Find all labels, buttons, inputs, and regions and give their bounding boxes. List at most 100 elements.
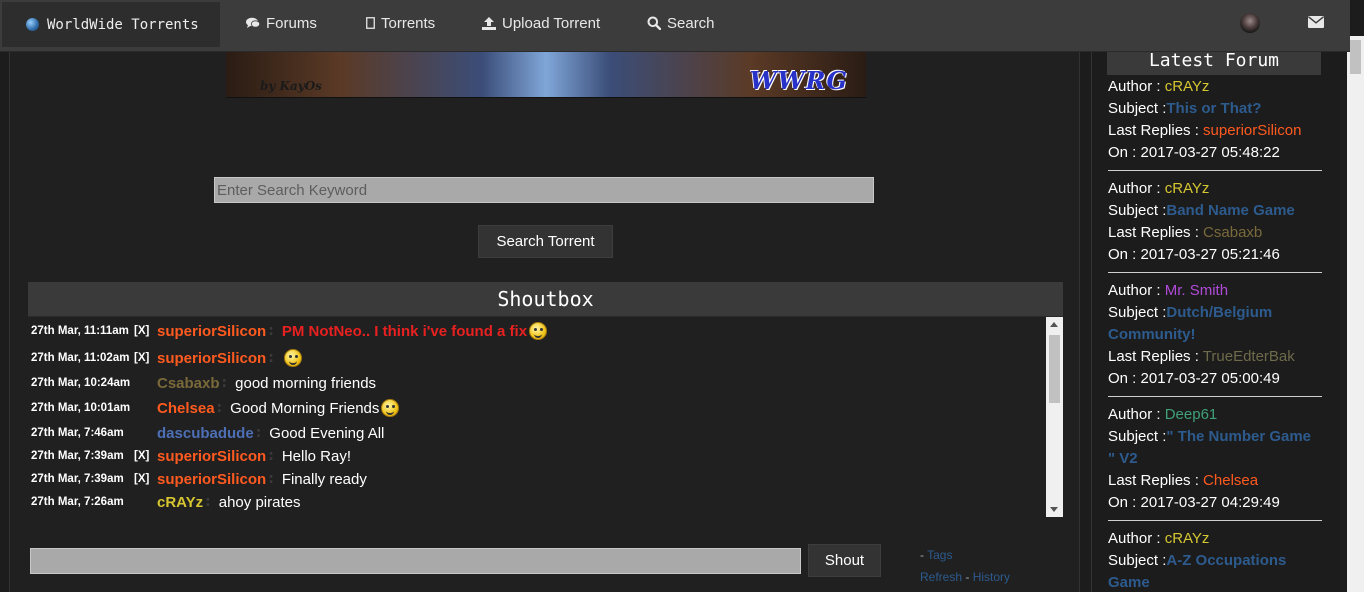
search-keyword-input[interactable] — [214, 177, 874, 203]
shout-username[interactable]: Chelsea — [157, 400, 215, 417]
shout-text: PM NotNeo.. I think i've found a fix — [281, 322, 528, 340]
forum-last-reply-user[interactable]: Csabaxb — [1203, 224, 1262, 241]
forum-divider — [1108, 396, 1322, 397]
shoutbox-links-row-1: - Tags — [920, 548, 953, 562]
shout-username[interactable]: superiorSilicon — [157, 471, 266, 488]
shout-message: 27th Mar, 7:39am [X] superiorSilicon : F… — [31, 468, 367, 490]
forum-entry: Author : cRAYz Subject :Band Name Game L… — [1108, 178, 1322, 266]
subject-label: Subject : — [1108, 428, 1167, 445]
file-icon — [366, 17, 375, 29]
shoutbox-scrollbar[interactable] — [1046, 317, 1063, 517]
shout-time: 27th Mar, 7:39am — [31, 473, 124, 485]
forum-entry: Author : cRAYz Subject :This or That? La… — [1108, 76, 1322, 164]
subject-label: Subject : — [1108, 202, 1167, 219]
forum-author[interactable]: Mr. Smith — [1165, 282, 1228, 299]
shout-username[interactable]: cRAYz — [157, 494, 203, 511]
subject-label: Subject : — [1108, 100, 1167, 117]
forum-entry: Author : Deep61 Subject :" The Number Ga… — [1108, 404, 1322, 514]
comments-icon — [246, 17, 260, 28]
forum-post-date: 2017-03-27 04:29:49 — [1140, 494, 1280, 511]
shout-text: Finally ready — [281, 470, 367, 488]
forum-post-date: 2017-03-27 05:21:46 — [1140, 246, 1280, 263]
shout-message: 27th Mar, 10:01am Chelsea : Good Morning… — [31, 397, 400, 419]
smiley-icon — [283, 349, 302, 367]
shoutbox-links: - Tags Refresh - History — [920, 544, 1040, 588]
shoutbox-links-row-2: Refresh - History — [920, 570, 1011, 584]
author-label: Author : — [1108, 78, 1165, 95]
nav-upload-label: Upload Torrent — [502, 14, 601, 32]
shout-separator: : — [268, 471, 274, 487]
forum-divider — [1108, 520, 1322, 521]
shout-username[interactable]: dascubadude — [157, 425, 254, 442]
last-replies-label: Last Replies : — [1108, 472, 1204, 489]
forum-author[interactable]: Deep61 — [1165, 406, 1218, 423]
shout-username[interactable]: superiorSilicon — [157, 448, 266, 465]
latest-forum-sidebar: Latest Forum Author : cRAYz Subject :Thi… — [1091, 36, 1347, 592]
shout-button[interactable]: Shout — [808, 544, 881, 577]
shout-time: 27th Mar, 7:26am — [31, 496, 124, 508]
user-avatar[interactable] — [1240, 13, 1260, 33]
envelope-icon[interactable] — [1308, 16, 1324, 28]
site-banner-image: by KayOs WWRG — [226, 52, 866, 98]
nav-torrents[interactable]: Torrents — [366, 0, 435, 46]
shout-time: 27th Mar, 7:46am — [31, 427, 124, 439]
shoutbox-messages: 27th Mar, 11:11am [X] superiorSilicon : … — [28, 317, 1046, 517]
shout-text: good morning friends — [235, 374, 377, 392]
page-scrollbar-thumb[interactable] — [1350, 40, 1361, 74]
page-scrollbar[interactable] — [1347, 36, 1364, 592]
shout-text: Good Evening All — [269, 424, 385, 442]
last-replies-label: Last Replies : — [1108, 122, 1204, 139]
shout-delete-button[interactable]: [X] — [134, 450, 157, 462]
smiley-icon — [529, 322, 548, 340]
forum-author[interactable]: cRAYz — [1165, 78, 1210, 95]
shout-message: 27th Mar, 10:24am Csabaxb : good morning… — [31, 372, 376, 394]
shout-text: Good Morning Friends — [230, 399, 380, 417]
forum-author[interactable]: cRAYz — [1165, 180, 1210, 197]
history-link[interactable]: History — [973, 570, 1010, 584]
forum-entry: Author : Mr. Smith Subject :Dutch/Belgiu… — [1108, 280, 1322, 390]
scrollbar-thumb[interactable] — [1049, 335, 1060, 403]
on-label: On : — [1108, 494, 1141, 511]
forum-subject-link[interactable]: This or That? — [1166, 100, 1261, 117]
on-label: On : — [1108, 144, 1141, 161]
shout-message: 27th Mar, 7:39am [X] superiorSilicon : H… — [31, 445, 351, 467]
nav-forums[interactable]: Forums — [246, 0, 317, 46]
subject-label: Subject : — [1108, 552, 1167, 569]
nav-upload-torrent[interactable]: Upload Torrent — [482, 0, 600, 46]
top-navbar: WorldWide Torrents Forums Torrents Uploa… — [0, 0, 1350, 52]
forum-last-reply-user[interactable]: Chelsea — [1203, 472, 1258, 489]
tags-link[interactable]: Tags — [927, 548, 952, 562]
forum-last-reply-user[interactable]: TrueEdterBak — [1203, 348, 1295, 365]
scroll-up-arrow-icon[interactable] — [1050, 322, 1058, 327]
main-content: by KayOs WWRG Search Torrent Shoutbox 27… — [9, 52, 1080, 592]
shout-separator: : — [221, 375, 228, 391]
brand-link[interactable]: WorldWide Torrents — [2, 2, 220, 47]
author-label: Author : — [1108, 530, 1165, 547]
shout-username[interactable]: superiorSilicon — [157, 323, 266, 340]
search-torrent-button[interactable]: Search Torrent — [478, 225, 613, 258]
nav-search[interactable]: Search — [647, 0, 715, 46]
forum-divider — [1108, 272, 1322, 273]
shout-delete-button[interactable]: [X] — [134, 325, 157, 337]
shout-message-input[interactable] — [30, 548, 801, 574]
shout-delete-button[interactable]: [X] — [134, 352, 157, 364]
shout-separator: : — [268, 350, 274, 366]
shout-time: 27th Mar, 10:01am — [31, 402, 131, 414]
shout-username[interactable]: superiorSilicon — [157, 350, 266, 367]
shout-time: 27th Mar, 11:11am — [31, 325, 129, 337]
forum-author[interactable]: cRAYz — [1165, 530, 1210, 547]
shout-separator: : — [255, 425, 262, 441]
refresh-link[interactable]: Refresh — [920, 570, 962, 584]
shout-username[interactable]: Csabaxb — [157, 375, 220, 392]
shout-separator: : — [216, 400, 223, 416]
scroll-down-arrow-icon[interactable] — [1050, 507, 1058, 512]
shout-message: 27th Mar, 7:46am dascubadude : Good Even… — [31, 422, 384, 444]
forum-last-reply-user[interactable]: superiorSilicon — [1203, 122, 1301, 139]
forum-subject-link[interactable]: Band Name Game — [1166, 202, 1294, 219]
shout-delete-button[interactable]: [X] — [134, 473, 157, 485]
search-icon — [647, 16, 661, 30]
forum-post-date: 2017-03-27 05:00:49 — [1140, 370, 1280, 387]
nav-forums-label: Forums — [266, 14, 317, 32]
shout-text: Hello Ray! — [281, 447, 352, 465]
shout-message: 27th Mar, 11:02am [X] superiorSilicon : — [31, 347, 302, 369]
